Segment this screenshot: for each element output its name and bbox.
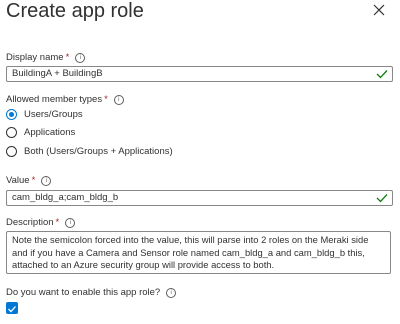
info-icon[interactable]: i — [41, 176, 52, 186]
enable-label: Do you want to enable this app role? i — [6, 287, 177, 298]
radio-icon[interactable] — [6, 127, 17, 138]
radio-applications[interactable]: Applications — [6, 127, 75, 138]
close-icon[interactable] — [371, 2, 387, 18]
value-input-value: cam_bldg_a;cam_bldg_b — [12, 192, 119, 203]
info-icon[interactable]: i — [166, 288, 177, 298]
info-icon[interactable]: i — [65, 218, 76, 228]
value-input[interactable]: cam_bldg_a;cam_bldg_b — [6, 190, 393, 206]
description-textarea[interactable]: Note the semicolon forced into the value… — [6, 231, 391, 274]
radio-both[interactable]: Both (Users/Groups + Applications) — [6, 146, 173, 157]
checkmark-icon — [8, 306, 16, 313]
description-label: Description * i — [6, 217, 76, 228]
value-label: Value * i — [6, 175, 52, 186]
valid-check-icon — [376, 194, 388, 203]
display-name-value: BuildingA + BuildingB — [12, 68, 103, 79]
valid-check-icon — [376, 70, 388, 79]
info-icon[interactable]: i — [75, 53, 86, 63]
allowed-member-types-label: Allowed member types * i — [6, 94, 124, 105]
radio-icon[interactable] — [6, 146, 17, 157]
display-name-label: Display name * i — [6, 52, 86, 63]
radio-users-groups[interactable]: Users/Groups — [6, 109, 83, 120]
info-icon[interactable]: i — [113, 95, 124, 105]
display-name-input[interactable]: BuildingA + BuildingB — [6, 66, 393, 82]
radio-selected-icon[interactable] — [6, 109, 17, 120]
panel-title: Create app role — [6, 0, 144, 22]
enable-checkbox[interactable] — [6, 302, 18, 314]
